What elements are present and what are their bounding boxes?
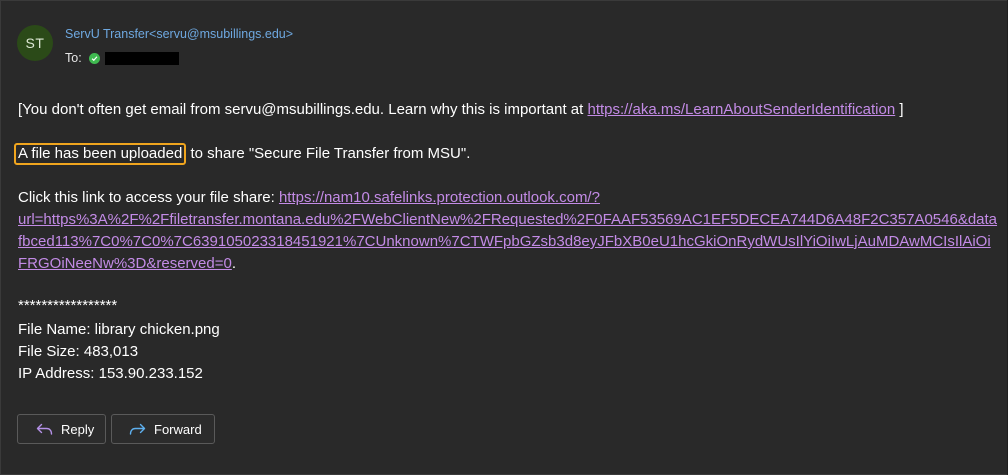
file-share-link-line2[interactable]: url=https%3A%2F%2Ffiletransfer.montana.e… [18,211,997,228]
learn-sender-identification-link[interactable]: https://aka.ms/LearnAboutSenderIdentific… [588,101,896,118]
avatar[interactable]: ST [17,25,53,61]
recipient-line: To: [65,51,179,65]
file-share-link-line2-row: url=https%3A%2F%2Ffiletransfer.montana.e… [18,209,997,231]
link-end: . [231,255,236,272]
sender-notice: [You don't often get email from servu@ms… [18,99,904,121]
ip-address: IP Address: 153.90.233.152 [18,365,203,382]
forward-label: Forward [154,421,202,437]
reply-arrow-icon [36,423,53,435]
file-share-link-line4-row: FRGOiNeeNw%3D&reserved=0. [18,253,236,275]
to-label: To: [65,51,82,65]
forward-arrow-icon [129,423,146,435]
reply-label: Reply [61,421,95,437]
access-line: Click this link to access your file shar… [18,187,600,209]
redacted-recipient [104,51,179,65]
file-share-link-line1[interactable]: https://nam10.safelinks.protection.outlo… [279,189,600,206]
upload-message: A file has been uploaded to share "Secur… [14,143,471,165]
file-size: File Size: 483,013 [18,343,139,360]
file-share-link-line3[interactable]: fbced113%7C0%7C0%7C639105023318451921%7C… [18,233,991,250]
upload-highlight: A file has been uploaded [14,143,187,165]
access-prefix: Click this link to access your file shar… [18,189,279,206]
file-name: File Name: library chicken.png [18,321,220,338]
forward-button[interactable]: Forward [111,414,215,444]
verified-check-icon [88,52,100,64]
separator-stars: ***************** [18,297,118,314]
file-share-link-line4[interactable]: FRGOiNeeNw%3D&reserved=0 [18,255,232,272]
reply-button[interactable]: Reply [17,414,106,444]
avatar-initials: ST [25,35,45,51]
message-reading-pane: ST ServU Transfer<servu@msubillings.edu>… [0,0,1007,475]
notice-suffix: ] [895,101,904,118]
sender-name[interactable]: ServU Transfer<servu@msubillings.edu> [65,27,293,41]
file-share-link-line3-row: fbced113%7C0%7C0%7C639105023318451921%7C… [18,231,991,253]
upload-rest: to share "Secure File Transfer from MSU"… [186,145,471,162]
notice-prefix: [You don't often get email from servu@ms… [18,101,588,118]
